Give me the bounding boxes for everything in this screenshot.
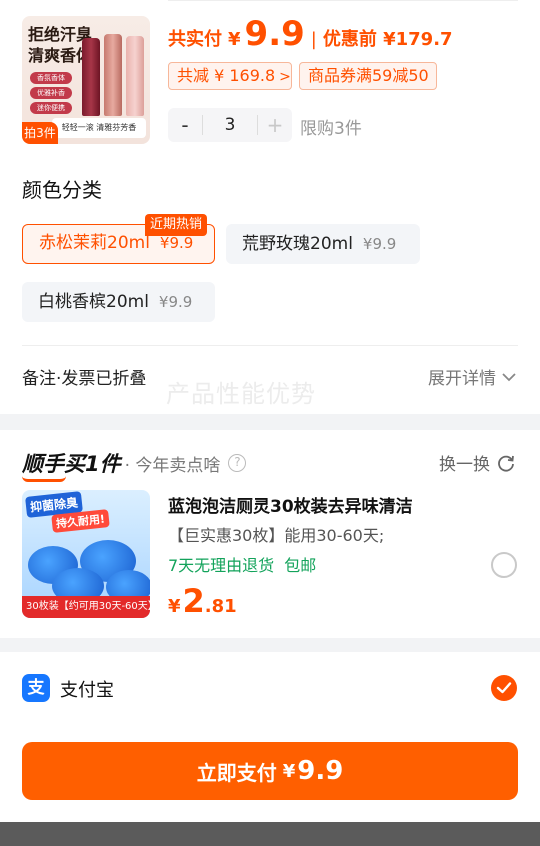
hot-sale-badge: 近期热销 xyxy=(145,214,208,236)
divider xyxy=(22,345,518,346)
original-price: 优惠前 ¥179.7 xyxy=(322,29,453,50)
bottle-red xyxy=(82,38,100,116)
product-image-caption: 轻轻一滚 清雅芬芳香 xyxy=(52,118,146,138)
variant-price: ¥9.9 xyxy=(158,293,193,311)
chevron-right-icon: > xyxy=(279,69,291,85)
remark-label: 备注·发票已折叠 xyxy=(22,369,147,389)
pay-button-amount: 9.9 xyxy=(297,756,344,786)
top-divider xyxy=(168,0,518,1)
variant-name: 赤松茉莉20ml xyxy=(39,233,150,253)
increase-button[interactable]: + xyxy=(258,108,292,142)
addon-services: 7天无理由退货 包邮 xyxy=(168,552,316,576)
pay-button-currency: ¥ xyxy=(282,760,296,782)
brand-underline xyxy=(22,476,66,482)
system-nav-bar xyxy=(0,822,540,846)
product-image-chip: 优雅补香 xyxy=(30,87,72,99)
savings-tag[interactable]: 共减 ¥ 169.8 > xyxy=(168,62,292,90)
payment-method-label[interactable]: 支付宝 xyxy=(60,676,114,702)
return-policy: 7天无理由退货 xyxy=(168,556,275,575)
payment-method-check[interactable] xyxy=(491,675,517,701)
purchase-limit: 限购3件 xyxy=(300,119,362,139)
addon-image[interactable]: 抑菌除臭 持久耐用! 30枚装【约可用30天-60天】 xyxy=(22,490,150,618)
chevron-down-icon xyxy=(502,372,516,381)
bottle-pink xyxy=(126,36,144,116)
help-icon[interactable]: ? xyxy=(228,454,247,472)
price-row: 共实付 ¥ 9.9 | 优惠前 ¥179.7 xyxy=(168,14,453,58)
addon-image-strip: 30枚装【约可用30天-60天】 xyxy=(22,596,150,618)
product-card: 拒绝汗臭 清爽香体 香氛香体 优雅补香 迷你便携 轻轻一滚 清雅芬芳香 拍3件 … xyxy=(0,0,540,414)
addon-brand: 顺手买1件 xyxy=(22,448,121,482)
watermark-text: 产品性能优势 xyxy=(166,380,316,408)
addon-brand-text: 顺手买1件 xyxy=(22,452,121,476)
addon-price-int: 2 xyxy=(182,582,205,620)
refresh-button[interactable]: 换一换 xyxy=(439,450,516,475)
variant-option[interactable]: 荒野玫瑰20ml ¥9.9 xyxy=(226,224,420,264)
addon-card: 顺手买1件 · 今年卖点啥 ? 换一换 抑菌除臭 持久耐用! 30枚装【约可用3… xyxy=(0,430,540,638)
price-currency: ¥ xyxy=(228,29,241,50)
product-image-chip: 香氛香体 xyxy=(30,72,72,84)
product-image-chip: 迷你便携 xyxy=(30,102,72,114)
pay-button-label: 立即支付 xyxy=(196,760,277,785)
coupon-tag: 商品券满59减50 xyxy=(299,62,437,90)
variant-section-title: 颜色分类 xyxy=(22,178,102,202)
pay-now-button[interactable]: 立即支付 ¥ 9.9 xyxy=(22,742,518,800)
addon-price: ¥ 2 .81 xyxy=(168,582,237,620)
quantity-input[interactable]: 3 xyxy=(202,115,258,135)
expand-label: 展开详情 xyxy=(428,369,496,389)
variant-name: 荒野玫瑰20ml xyxy=(242,234,353,254)
savings-text: 共减 ¥ 169.8 xyxy=(177,66,276,85)
price-label: 共实付 xyxy=(168,29,222,50)
addon-price-dec: .81 xyxy=(204,596,237,617)
refresh-label: 换一换 xyxy=(439,455,490,475)
product-image-chips: 香氛香体 优雅补香 迷你便携 xyxy=(30,72,72,117)
addon-desc: 【巨实惠30枚】能用30-60天; xyxy=(168,526,385,545)
refresh-icon xyxy=(498,455,514,472)
quantity-stepper: - 3 + xyxy=(168,108,292,142)
addon-header: 顺手买1件 · 今年卖点啥 ? xyxy=(22,448,247,482)
free-shipping: 包邮 xyxy=(284,556,317,575)
price-value: 9.9 xyxy=(244,14,305,54)
decrease-button[interactable]: - xyxy=(168,108,202,142)
check-icon xyxy=(496,682,512,694)
alipay-icon: 支 xyxy=(22,674,50,702)
addon-price-currency: ¥ xyxy=(168,596,181,617)
variant-option[interactable]: 白桃香槟20ml ¥9.9 xyxy=(22,282,215,322)
product-image[interactable]: 拒绝汗臭 清爽香体 香氛香体 优雅补香 迷你便携 轻轻一滚 清雅芬芳香 拍3件 xyxy=(22,16,150,144)
variant-name: 白桃香槟20ml xyxy=(38,292,149,312)
variant-price: ¥9.9 xyxy=(362,235,397,253)
price-separator: | xyxy=(310,29,317,50)
variant-price: ¥9.9 xyxy=(159,234,194,252)
payment-card: 支 支付宝 立即支付 ¥ 9.9 xyxy=(0,652,540,822)
product-qty-tag: 拍3件 xyxy=(22,122,58,144)
expand-details-button[interactable]: 展开详情 xyxy=(428,364,516,389)
bottle-rose xyxy=(104,34,122,116)
addon-select-radio[interactable] xyxy=(491,552,517,578)
addon-subtitle: · 今年卖点啥 xyxy=(124,455,221,476)
addon-title[interactable]: 蓝泡泡洁厕灵30枚装去异味清洁 xyxy=(168,492,413,517)
